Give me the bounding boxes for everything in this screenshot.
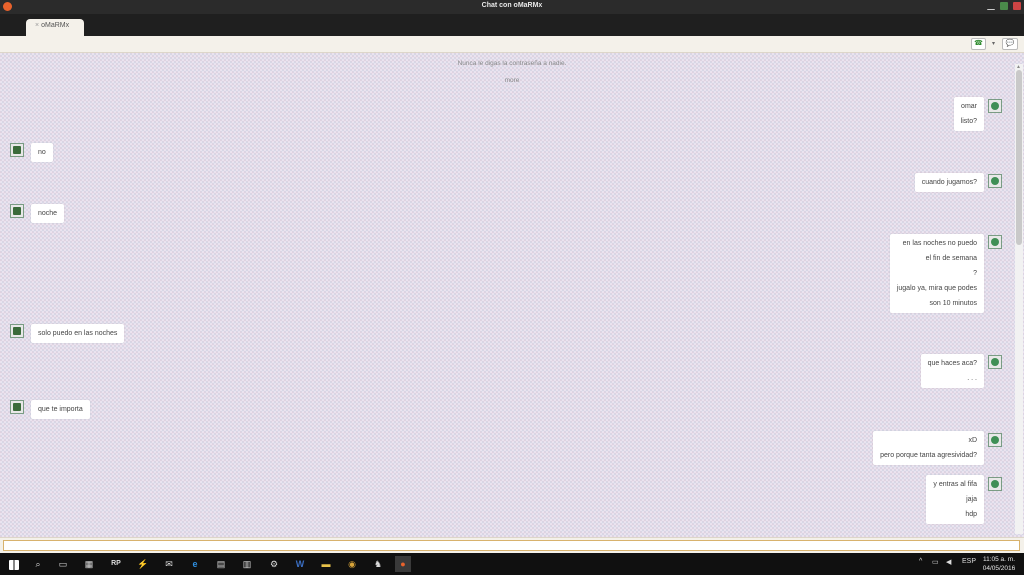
language-indicator[interactable]: ESP <box>962 558 976 565</box>
message-text: y entras al fifa <box>933 481 977 488</box>
message-bubble: que te importa <box>31 400 90 419</box>
message-text: solo puedo en las noches <box>38 330 118 337</box>
tab-bar: × oMaRMx <box>0 14 1024 36</box>
avatar <box>988 235 1002 249</box>
chat-options-button[interactable]: 💬 <box>1002 38 1018 50</box>
avatar <box>988 433 1002 447</box>
taskbar: ⌕ ▭ ▦ RP ⚡ ✉ e ▤ ▥ ⚙ W ▬ ◉ ♞ ● ^ ▭ ◀ ESP… <box>0 553 1024 575</box>
edge-icon[interactable]: e <box>187 556 203 572</box>
message-text: que haces aca? <box>927 360 977 367</box>
chat-app-icon[interactable]: ● <box>395 556 411 572</box>
word-icon[interactable]: W <box>292 556 308 572</box>
message-bubble: en las noches no puedo el fin de semana … <box>889 234 984 313</box>
window-titlebar: Chat con oMaRMx <box>0 0 1024 14</box>
message-text: listo? <box>960 118 977 125</box>
message-bubble: omar listo? <box>953 97 984 131</box>
message-text: jugalo ya, mira que podes <box>896 285 977 292</box>
maximize-button[interactable] <box>1000 2 1008 10</box>
clock-date: 04/05/2016 <box>982 565 1016 572</box>
calculator-icon[interactable]: ▤ <box>213 556 229 572</box>
avatar <box>10 204 24 218</box>
chrome-icon[interactable]: ◉ <box>344 556 360 572</box>
message-text: que te importa <box>38 406 83 413</box>
message-bubble: xD pero porque tanta agresividad? <box>873 431 984 465</box>
message-bubble: solo puedo en las noches <box>31 324 125 343</box>
chevron-down-icon[interactable]: ▾ <box>992 40 995 47</box>
chat-bubble-icon: 💬 <box>1005 40 1015 47</box>
avatar <box>10 324 24 338</box>
chat-scrollbar[interactable]: ▲ <box>1015 64 1023 534</box>
message-composer <box>0 537 1024 553</box>
search-icon[interactable]: ⌕ <box>30 556 46 572</box>
mouse-icon[interactable]: ♞ <box>370 556 386 572</box>
window-title: Chat con oMaRMx <box>481 2 543 9</box>
scrollbar-thumb[interactable] <box>1016 70 1022 245</box>
call-button[interactable]: ☎ <box>971 38 986 50</box>
message-text: xD <box>968 437 977 444</box>
avatar <box>988 355 1002 369</box>
message-text: hdp <box>965 511 977 518</box>
message-text: noche <box>38 210 58 217</box>
rp-icon[interactable]: RP <box>108 556 124 572</box>
avatar <box>988 477 1002 491</box>
phone-icon: ☎ <box>974 40 983 47</box>
folder-icon[interactable]: ▬ <box>318 556 334 572</box>
avatar <box>988 99 1002 113</box>
close-icon[interactable]: × <box>35 22 39 29</box>
task-view-icon[interactable]: ▭ <box>55 556 71 572</box>
message-text: no <box>38 149 46 156</box>
message-bubble: y entras al fifa jaja hdp <box>926 475 984 524</box>
clock[interactable]: 11:05 a. m. 04/05/2016 <box>980 555 1018 573</box>
avatar <box>10 400 24 414</box>
more-link[interactable]: more <box>0 77 1024 84</box>
store-icon[interactable]: ▦ <box>81 556 97 572</box>
message-text: son 10 minutos <box>929 300 977 307</box>
message-bubble: no <box>31 143 53 162</box>
message-bubble: noche <box>31 204 65 223</box>
disk-icon[interactable]: ▥ <box>239 556 255 572</box>
mail-icon[interactable]: ✉ <box>161 556 177 572</box>
volume-icon[interactable]: ◀ <box>946 558 951 566</box>
close-button[interactable] <box>1013 2 1021 10</box>
flash-icon[interactable]: ⚡ <box>135 556 151 572</box>
message-input[interactable] <box>3 540 1020 551</box>
security-notice: Nunca le digas la contraseña a nadie. <box>457 60 567 67</box>
chat-history[interactable]: Nunca le digas la contraseña a nadie. mo… <box>0 53 1024 537</box>
battery-icon[interactable]: ▭ <box>932 558 939 566</box>
minimize-button[interactable] <box>987 2 995 10</box>
message-text: ? <box>973 270 977 277</box>
tab-chat[interactable]: × oMaRMx <box>26 19 84 36</box>
message-text: omar <box>961 103 977 110</box>
network-icon[interactable]: ⚙ <box>266 556 282 572</box>
message-bubble: que haces aca? . . . <box>920 354 984 388</box>
message-text: cuando jugamos? <box>921 179 977 186</box>
message-text: . . . <box>967 375 977 382</box>
message-text: en las noches no puedo <box>902 240 977 247</box>
message-text: el fin de semana <box>925 255 977 262</box>
message-text: jaja <box>966 496 977 503</box>
clock-time: 11:05 a. m. <box>982 556 1016 563</box>
tray-chevron-icon[interactable]: ^ <box>919 558 922 565</box>
chat-toolbar: ☎ ▾ 💬 <box>0 36 1024 53</box>
message-text: pero porque tanta agresividad? <box>880 452 977 459</box>
message-bubble: cuando jugamos? <box>914 173 984 192</box>
start-icon[interactable] <box>6 556 22 572</box>
avatar <box>10 143 24 157</box>
tab-label: oMaRMx <box>41 22 70 29</box>
avatar <box>988 174 1002 188</box>
